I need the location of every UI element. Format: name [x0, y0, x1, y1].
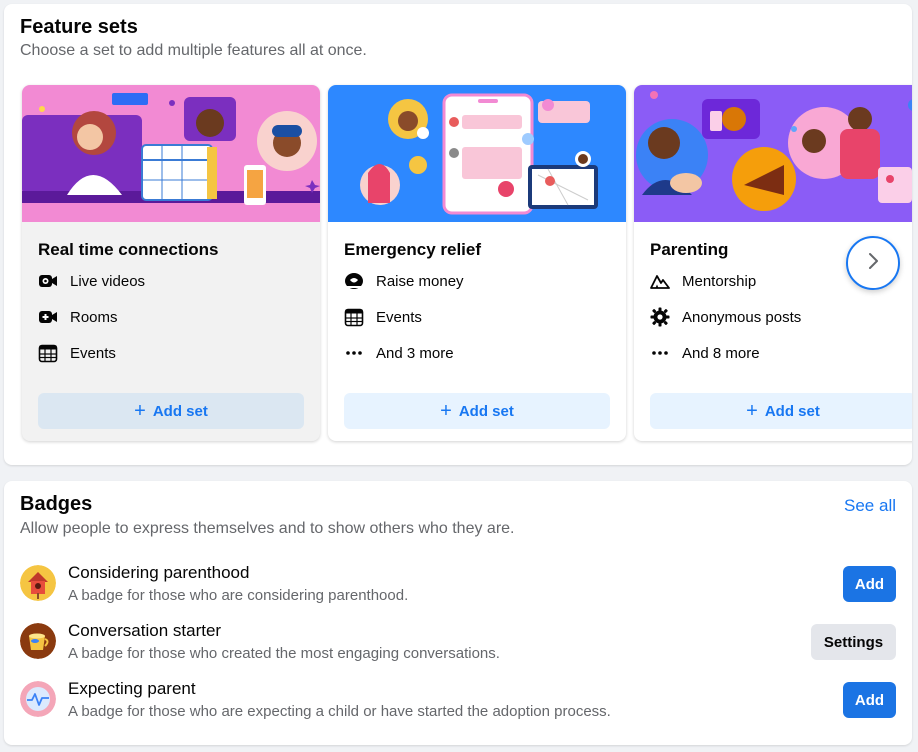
feature-item-events: Events — [38, 342, 116, 364]
card-illustration-real-time — [22, 85, 320, 222]
badge-row-expecting-parent: Expecting parent A badge for those who a… — [20, 679, 896, 723]
heartbeat-icon — [20, 681, 56, 717]
card-illustration-parenting — [634, 85, 912, 222]
add-badge-button[interactable]: Add — [843, 682, 896, 718]
feature-item-events: Events — [344, 306, 422, 328]
feature-label: And 3 more — [376, 344, 454, 362]
card-title: Real time connections — [38, 240, 219, 259]
feature-label: Mentorship — [682, 272, 757, 290]
more-dots-icon — [344, 343, 364, 363]
more-dots-icon — [650, 343, 670, 363]
mountain-icon — [650, 271, 670, 291]
badge-row-conversation-starter: Conversation starter A badge for those w… — [20, 621, 896, 665]
carousel-next-button[interactable] — [846, 236, 900, 290]
birdhouse-icon — [20, 565, 56, 601]
feature-item-rooms: Rooms — [38, 306, 118, 328]
badge-name: Expecting parent — [68, 679, 196, 698]
feature-item-more: And 3 more — [344, 342, 454, 364]
badges-subtitle: Allow people to express themselves and t… — [20, 520, 515, 537]
feature-item-live-videos: Live videos — [38, 270, 145, 292]
badge-description: A badge for those who are expecting a ch… — [68, 703, 611, 720]
chevron-right-icon — [863, 251, 883, 276]
feature-item-mentorship: Mentorship — [650, 270, 756, 292]
add-set-button[interactable]: + Add set — [344, 393, 610, 429]
badge-description: A badge for those who created the most e… — [68, 645, 500, 662]
feature-item-more: And 8 more — [650, 342, 760, 364]
feature-label: Events — [70, 344, 116, 362]
feature-sets-subtitle: Choose a set to add multiple features al… — [20, 42, 367, 59]
live-video-icon — [38, 271, 58, 291]
feature-label: And 8 more — [682, 344, 760, 362]
video-camera-icon — [38, 307, 58, 327]
card-illustration-emergency — [328, 85, 626, 222]
feature-label: Live videos — [70, 272, 146, 290]
feature-set-card-real-time[interactable]: Real time connections Live videos Rooms … — [22, 85, 320, 441]
badge-name: Conversation starter — [68, 621, 222, 640]
feature-item-anonymous-posts: Anonymous posts — [650, 306, 801, 328]
badge-description: A badge for those who are considering pa… — [68, 587, 409, 604]
feature-label: Rooms — [70, 308, 118, 326]
plus-icon: + — [746, 400, 758, 422]
calendar-icon — [38, 343, 58, 363]
feature-sets-title: Feature sets — [20, 16, 138, 38]
badge-settings-button[interactable]: Settings — [811, 624, 896, 660]
add-set-label: Add set — [152, 402, 208, 420]
badge-row-considering-parenthood: Considering parenthood A badge for those… — [20, 563, 896, 607]
add-set-label: Add set — [458, 402, 514, 420]
calendar-icon — [344, 307, 364, 327]
add-set-button[interactable]: + Add set — [650, 393, 912, 429]
plus-icon: + — [134, 400, 146, 422]
feature-label: Anonymous posts — [682, 308, 802, 326]
badges-panel: Badges See all Allow people to express t… — [4, 481, 912, 745]
feature-item-raise-money: Raise money — [344, 270, 464, 292]
badges-title: Badges — [20, 493, 93, 515]
coffee-cup-icon — [20, 623, 56, 659]
card-title: Emergency relief — [344, 240, 482, 259]
card-title: Parenting — [650, 240, 729, 259]
badge-name: Considering parenthood — [68, 563, 250, 582]
add-badge-button[interactable]: Add — [843, 566, 896, 602]
piggy-bank-icon — [344, 271, 364, 291]
feature-set-card-emergency-relief[interactable]: Emergency relief Raise money Events And … — [328, 85, 626, 441]
see-all-link[interactable]: See all — [844, 496, 896, 516]
add-set-label: Add set — [764, 402, 820, 420]
feature-label: Raise money — [376, 272, 464, 290]
feature-sets-panel: Feature sets Choose a set to add multipl… — [4, 4, 912, 465]
gear-icon — [650, 307, 670, 327]
add-set-button[interactable]: + Add set — [38, 393, 304, 429]
feature-label: Events — [376, 308, 422, 326]
plus-icon: + — [440, 400, 452, 422]
